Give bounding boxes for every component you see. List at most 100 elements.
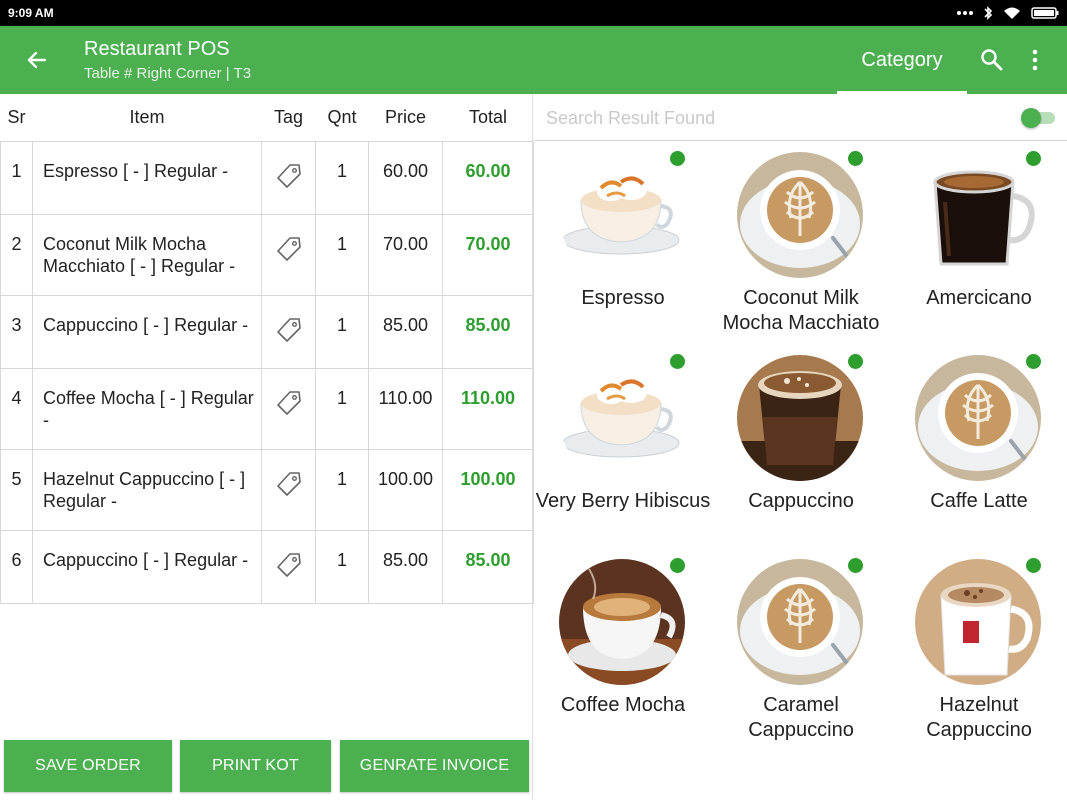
tab-category-label: Category (861, 48, 943, 71)
espresso-cup-icon (559, 152, 685, 278)
app-bar: Restaurant POS Table # Right Corner | T3… (0, 26, 1067, 94)
product-card[interactable]: Coffee Mocha (534, 549, 712, 749)
row-item: Espresso [ - ] Regular - (32, 140, 262, 215)
row-total: 70.00 (442, 213, 534, 296)
row-total: 85.00 (442, 529, 534, 604)
row-price: 100.00 (368, 448, 443, 531)
table-row[interactable]: 1 Espresso [ - ] Regular -1 60.00 60.00 (0, 140, 534, 215)
row-qnt: 1 (315, 140, 369, 215)
black-coffee-mug-icon (915, 152, 1041, 278)
search-icon[interactable] (978, 46, 1006, 74)
product-name: Hazelnut Cappuccino (926, 694, 1032, 741)
row-item: Coffee Mocha [ - ] Regular - (32, 367, 262, 450)
row-item: Cappuccino [ - ] Regular - (32, 529, 262, 604)
product-card[interactable]: Cappuccino (712, 345, 890, 545)
availability-dot (848, 558, 863, 573)
product-name: Caramel Cappuccino (748, 694, 854, 741)
availability-dot (848, 151, 863, 166)
product-name: Amercicano (926, 287, 1032, 309)
table-row[interactable]: 3 Cappuccino [ - ] Regular -1 85.00 85.00 (0, 294, 534, 369)
row-sr: 1 (0, 140, 33, 215)
row-price: 85.00 (368, 294, 443, 369)
availability-dot (670, 558, 685, 573)
row-price: 85.00 (368, 529, 443, 604)
product-card[interactable]: Caramel Cappuccino (712, 549, 890, 749)
product-card[interactable]: Coconut Milk Mocha Macchiato (712, 142, 890, 342)
row-tag[interactable] (261, 367, 316, 450)
tag-icon[interactable] (275, 317, 303, 348)
row-total: 85.00 (442, 294, 534, 369)
row-qnt: 1 (315, 529, 369, 604)
product-name: Coffee Mocha (560, 694, 686, 716)
latte-art-cup-icon (737, 152, 863, 278)
product-card[interactable]: Very Berry Hibiscus (534, 345, 712, 545)
mocha-cup-icon (559, 559, 685, 685)
product-name: Coconut Milk Mocha Macchiato (722, 287, 880, 334)
availability-dot (848, 354, 863, 369)
product-card[interactable]: Amercicano (890, 142, 1067, 342)
print-kot-button[interactable]: PRINT KOT (180, 740, 331, 792)
table-row[interactable]: 6 Cappuccino [ - ] Regular -1 85.00 85.00 (0, 529, 534, 604)
row-tag[interactable] (261, 140, 316, 215)
row-sr: 6 (0, 529, 33, 604)
product-name: Espresso (581, 287, 665, 309)
system-icons (957, 6, 1059, 20)
row-tag[interactable] (261, 529, 316, 604)
espresso-cup-icon (559, 355, 685, 481)
table-row[interactable]: 4 Coffee Mocha [ - ] Regular -1 110.00 110.… (0, 367, 534, 450)
row-tag[interactable] (261, 448, 316, 531)
availability-toggle[interactable] (1021, 108, 1055, 128)
order-table: Sr Item Tag Qnt Price Total 1 Espresso [ … (0, 94, 534, 604)
battery-icon (1031, 7, 1059, 19)
header-tag: Tag (261, 94, 316, 142)
row-sr: 3 (0, 294, 33, 369)
tag-icon[interactable] (275, 552, 303, 583)
product-card[interactable]: Espresso (534, 142, 712, 342)
product-card[interactable]: Hazelnut Cappuccino (890, 549, 1067, 749)
more-vert-icon[interactable] (1024, 46, 1046, 74)
row-qnt: 1 (315, 367, 369, 450)
product-name: Cappuccino (748, 490, 854, 512)
tag-icon[interactable] (275, 236, 303, 267)
tag-icon[interactable] (275, 163, 303, 194)
tag-icon[interactable] (275, 390, 303, 421)
status-time: 9:09 AM (8, 6, 54, 20)
product-name: Very Berry Hibiscus (535, 490, 711, 512)
row-price: 60.00 (368, 140, 443, 215)
header-price: Price (368, 94, 443, 142)
search-row (534, 94, 1067, 141)
row-total: 110.00 (442, 367, 534, 450)
table-row[interactable]: 5 Hazelnut Cappuccino [ - ] Regular -1 100… (0, 448, 534, 531)
back-arrow-icon[interactable] (24, 47, 50, 73)
save-order-button[interactable]: SAVE ORDER (4, 740, 172, 792)
latte-art-cup-icon (915, 355, 1041, 481)
row-item: Cappuccino [ - ] Regular - (32, 294, 262, 369)
row-item: Coconut Milk Mocha Macchiato [ - ] Regul… (32, 213, 262, 296)
product-card[interactable]: Caffe Latte (890, 345, 1067, 545)
product-panel: Espresso Coconut Milk Mocha Macchiato Amer… (534, 94, 1067, 800)
row-sr: 4 (0, 367, 33, 450)
generate-invoice-button[interactable]: GENRATE INVOICE (340, 740, 529, 792)
page-title: Restaurant POS (84, 38, 230, 60)
tab-category[interactable]: Category (837, 26, 967, 94)
tag-icon[interactable] (275, 471, 303, 502)
branded-mug-icon (915, 559, 1041, 685)
table-row[interactable]: 2 Coconut Milk Mocha Macchiato [ - ] Regu… (0, 213, 534, 296)
row-tag[interactable] (261, 294, 316, 369)
availability-dot (670, 151, 685, 166)
row-sr: 5 (0, 448, 33, 531)
availability-dot (1026, 558, 1041, 573)
availability-dot (670, 354, 685, 369)
row-qnt: 1 (315, 213, 369, 296)
product-name: Caffe Latte (930, 490, 1028, 512)
wifi-icon (1003, 6, 1021, 20)
row-total: 100.00 (442, 448, 534, 531)
search-input[interactable] (546, 104, 976, 132)
row-tag[interactable] (261, 213, 316, 296)
latte-art-cup-icon (737, 559, 863, 685)
row-price: 110.00 (368, 367, 443, 450)
table-subtitle: Table # Right Corner | T3 (84, 65, 252, 82)
row-price: 70.00 (368, 213, 443, 296)
availability-dot (1026, 354, 1041, 369)
status-bar: 9:09 AM (0, 0, 1067, 26)
